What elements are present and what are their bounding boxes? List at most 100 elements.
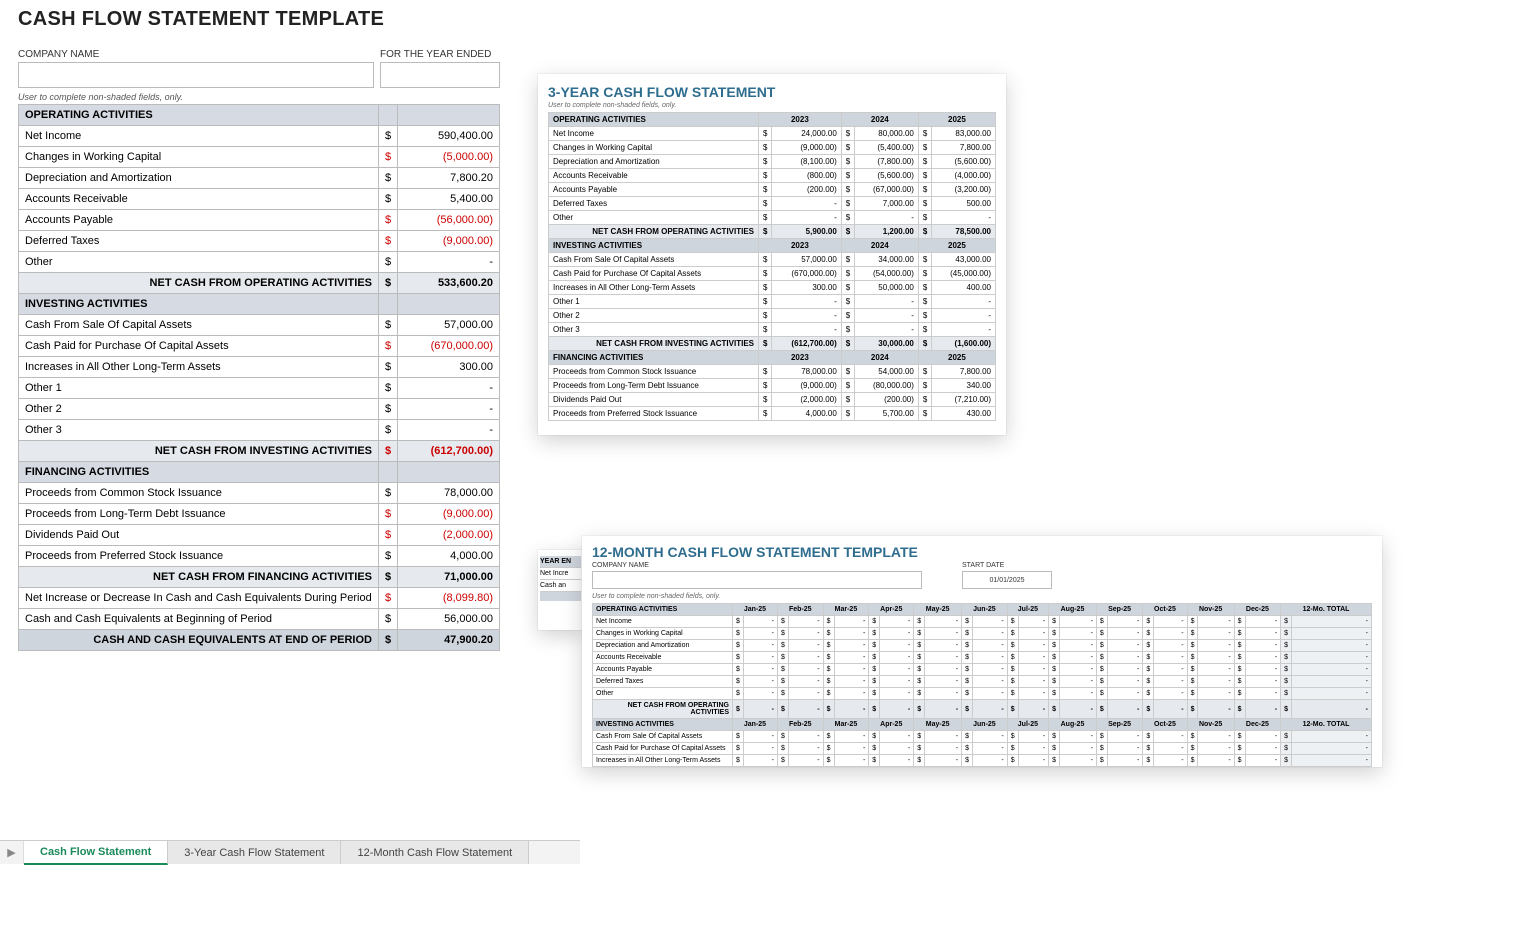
amount-cell[interactable]: -	[925, 743, 962, 755]
amount-cell[interactable]: -	[788, 755, 823, 767]
amount-cell[interactable]: 57,000.00	[398, 315, 500, 336]
amount-cell[interactable]: -	[834, 743, 869, 755]
amount-cell[interactable]: -	[1154, 676, 1187, 688]
amount-cell[interactable]: (45,000.00)	[932, 267, 996, 281]
amount-cell[interactable]: -	[834, 652, 869, 664]
amount-cell[interactable]: 83,000.00	[932, 127, 996, 141]
tab-scroll-arrow-icon[interactable]: ▶	[0, 841, 24, 864]
sheet-tab[interactable]: 12-Month Cash Flow Statement	[341, 841, 529, 864]
amount-cell[interactable]: (9,000.00)	[398, 231, 500, 252]
amount-cell[interactable]: -	[743, 628, 777, 640]
amount-cell[interactable]: 78,000.00	[398, 483, 500, 504]
amount-cell[interactable]: (9,000.00)	[772, 141, 841, 155]
amount-cell[interactable]: -	[973, 743, 1008, 755]
amount-cell[interactable]: -	[788, 616, 823, 628]
amount-cell[interactable]: 4,000.00	[398, 546, 500, 567]
amount-cell[interactable]: -	[834, 688, 869, 700]
amount-cell[interactable]: -	[743, 664, 777, 676]
amount-cell[interactable]: (3,200.00)	[932, 183, 996, 197]
amount-cell[interactable]: -	[925, 616, 962, 628]
amount-cell[interactable]: -	[834, 616, 869, 628]
amount-cell[interactable]: -	[834, 628, 869, 640]
amount-cell[interactable]: 4,000.00	[772, 407, 841, 421]
amount-cell[interactable]: -	[1198, 628, 1234, 640]
amount-cell[interactable]: (5,600.00)	[855, 169, 919, 183]
amount-cell[interactable]: -	[932, 309, 996, 323]
amount-cell[interactable]: (670,000.00)	[398, 336, 500, 357]
amount-cell[interactable]: 50,000.00	[855, 281, 919, 295]
amount-cell[interactable]: -	[932, 211, 996, 225]
amount-cell[interactable]: -	[925, 755, 962, 767]
amount-cell[interactable]: -	[973, 640, 1008, 652]
amount-cell[interactable]: 590,400.00	[398, 126, 500, 147]
amount-cell[interactable]: (4,000.00)	[932, 169, 996, 183]
amount-cell[interactable]: -	[1018, 688, 1048, 700]
amount-cell[interactable]: -	[880, 640, 914, 652]
amount-cell[interactable]: -	[1198, 688, 1234, 700]
amount-cell[interactable]: 340.00	[932, 379, 996, 393]
sheet-tab[interactable]: 3-Year Cash Flow Statement	[168, 841, 341, 864]
amount-cell[interactable]: -	[880, 616, 914, 628]
amount-cell[interactable]: -	[743, 755, 777, 767]
amount-cell[interactable]: -	[880, 731, 914, 743]
amount-cell[interactable]: -	[925, 731, 962, 743]
amount-cell[interactable]: -	[1154, 652, 1187, 664]
amount-cell[interactable]: -	[743, 743, 777, 755]
amount-cell[interactable]: 78,000.00	[772, 365, 841, 379]
amount-cell[interactable]: -	[925, 640, 962, 652]
amount-cell[interactable]: -	[973, 652, 1008, 664]
sheet-tab[interactable]: Cash Flow Statement	[24, 841, 168, 865]
amount-cell[interactable]: -	[743, 652, 777, 664]
amount-cell[interactable]: (54,000.00)	[855, 267, 919, 281]
amount-cell[interactable]: -	[1154, 616, 1187, 628]
amount-cell[interactable]: -	[973, 731, 1008, 743]
amount-cell[interactable]: -	[1245, 755, 1281, 767]
amount-cell[interactable]: 300.00	[398, 357, 500, 378]
amount-cell[interactable]: -	[743, 640, 777, 652]
amount-cell[interactable]: -	[1245, 664, 1281, 676]
amount-cell[interactable]: -	[743, 676, 777, 688]
amount-cell[interactable]: (9,000.00)	[772, 379, 841, 393]
amount-cell[interactable]: -	[1154, 664, 1187, 676]
amount-cell[interactable]: -	[1245, 743, 1281, 755]
amount-cell[interactable]: -	[880, 628, 914, 640]
amount-cell[interactable]: (2,000.00)	[398, 525, 500, 546]
amount-cell[interactable]: -	[1059, 628, 1096, 640]
amount-cell[interactable]: -	[1107, 676, 1143, 688]
amount-cell[interactable]: -	[973, 755, 1008, 767]
amount-cell[interactable]: -	[1154, 731, 1187, 743]
amount-cell[interactable]: -	[1245, 640, 1281, 652]
amount-cell[interactable]: -	[1059, 616, 1096, 628]
amount-cell[interactable]: (80,000.00)	[855, 379, 919, 393]
amount-cell[interactable]: -	[1154, 628, 1187, 640]
amount-cell[interactable]: -	[1018, 640, 1048, 652]
amount-cell[interactable]: (670,000.00)	[772, 267, 841, 281]
year-ended-input[interactable]	[380, 62, 500, 88]
amount-cell[interactable]: -	[1059, 755, 1096, 767]
amount-cell[interactable]: -	[1154, 755, 1187, 767]
amount-cell[interactable]: -	[1018, 664, 1048, 676]
amount-cell[interactable]: (5,400.00)	[855, 141, 919, 155]
amount-cell[interactable]: -	[1018, 743, 1048, 755]
amount-cell[interactable]: -	[834, 640, 869, 652]
amount-cell[interactable]: -	[1245, 652, 1281, 664]
amount-cell[interactable]: 300.00	[772, 281, 841, 295]
amount-cell[interactable]: -	[772, 309, 841, 323]
amount-cell[interactable]: (200.00)	[772, 183, 841, 197]
amount-cell[interactable]: -	[1018, 731, 1048, 743]
amount-cell[interactable]: -	[1245, 731, 1281, 743]
amount-cell[interactable]: 7,800.00	[932, 141, 996, 155]
amount-cell[interactable]: -	[834, 664, 869, 676]
amount-cell[interactable]: 7,800.00	[932, 365, 996, 379]
amount-cell[interactable]: -	[1107, 652, 1143, 664]
amount-cell[interactable]: -	[973, 664, 1008, 676]
amount-cell[interactable]: -	[1107, 640, 1143, 652]
amount-cell[interactable]: -	[1018, 616, 1048, 628]
amount-cell[interactable]: (56,000.00)	[398, 210, 500, 231]
amount-cell[interactable]: -	[788, 628, 823, 640]
amount-cell[interactable]: -	[1154, 640, 1187, 652]
amount-cell[interactable]: -	[1107, 628, 1143, 640]
amount-cell[interactable]: 24,000.00	[772, 127, 841, 141]
amount-cell[interactable]: -	[1198, 640, 1234, 652]
amount-cell[interactable]: -	[772, 197, 841, 211]
